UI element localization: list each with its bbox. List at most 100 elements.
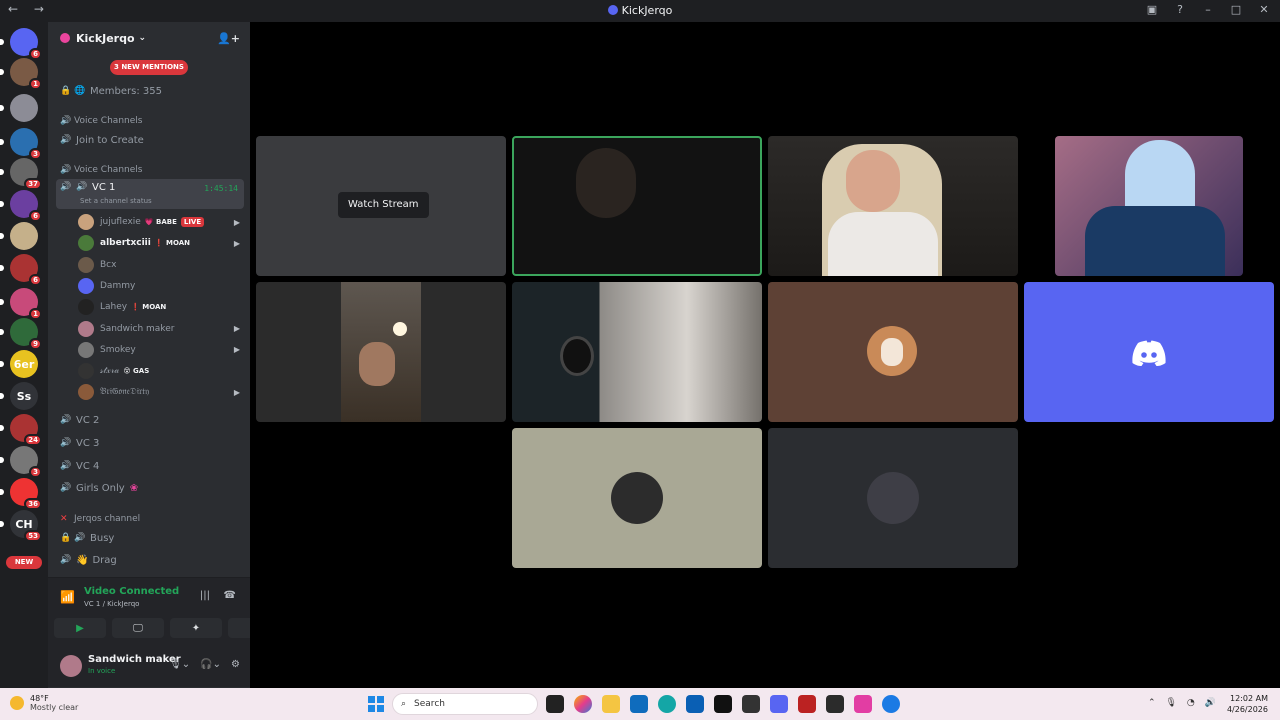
- mention-badge: 1: [29, 78, 42, 90]
- server-icon-3[interactable]: [10, 94, 38, 122]
- avatar-tile[interactable]: [512, 428, 762, 568]
- server-icon-14[interactable]: 3: [10, 446, 42, 478]
- voice-user[interactable]: Smokey ▶: [78, 340, 244, 360]
- close-button[interactable]: ✕: [1258, 3, 1270, 16]
- app-icon[interactable]: [854, 695, 872, 713]
- server-icon-1[interactable]: 6: [10, 28, 42, 60]
- signal-icon[interactable]: 📶: [60, 590, 75, 604]
- category-jerqos-channel[interactable]: ✕ Jerqos channel: [56, 509, 244, 529]
- wifi-icon[interactable]: ◔: [1187, 698, 1195, 708]
- server-icon-2[interactable]: 1: [10, 58, 42, 90]
- voice-user[interactable]: 𝔅𝔯𝔦𝔊𝔬𝔫𝔢𝔇𝔦𝔯𝔱𝔶 ▶: [78, 382, 244, 402]
- video-tile[interactable]: [512, 282, 762, 422]
- server-icon-7[interactable]: [10, 222, 38, 250]
- channel-vc4[interactable]: 🔊 VC 4: [56, 456, 244, 476]
- chevron-up-icon[interactable]: ⌃: [1148, 698, 1156, 708]
- category-voice-channels-1[interactable]: 🔊 Voice Channels: [56, 111, 244, 131]
- disconnect-icon[interactable]: ☎: [224, 590, 236, 601]
- leo-icon[interactable]: [742, 695, 760, 713]
- soundboard-button[interactable]: ♪: [228, 618, 250, 638]
- server-icon-6[interactable]: 6: [10, 190, 42, 222]
- voice-user[interactable]: Sandwich maker ▶: [78, 319, 244, 339]
- server-icon-16[interactable]: CH 53: [10, 510, 42, 542]
- voice-user[interactable]: Lahey ❗ MOAN: [78, 297, 244, 317]
- app-icon[interactable]: [882, 695, 900, 713]
- voice-channel-path[interactable]: VC 1 / KickJerqo: [84, 600, 139, 608]
- mic-icon[interactable]: 🎙⌄: [169, 659, 190, 670]
- video-tile[interactable]: [1055, 136, 1243, 276]
- app-icon[interactable]: [686, 695, 704, 713]
- avatar: [78, 320, 94, 337]
- speaker-icon: 🔊: [60, 461, 72, 471]
- server-icon-12[interactable]: Ss: [10, 382, 38, 410]
- camera-button[interactable]: ▶: [54, 618, 106, 638]
- server-icon-4[interactable]: 3: [10, 128, 42, 160]
- new-mentions-pill[interactable]: 3 NEW MENTIONS: [110, 60, 188, 75]
- gear-icon[interactable]: ⚙: [231, 659, 240, 670]
- inbox-icon[interactable]: ▣: [1146, 3, 1158, 16]
- alien-icon[interactable]: [714, 695, 732, 713]
- help-icon[interactable]: ?: [1174, 3, 1186, 16]
- unread-pip: [0, 233, 4, 239]
- edge-icon[interactable]: [658, 695, 676, 713]
- invite-people-icon[interactable]: 👤+: [217, 32, 240, 45]
- noise-suppression-icon[interactable]: |||: [200, 590, 210, 601]
- server-icon-5[interactable]: 37: [10, 158, 42, 190]
- server-icon-10[interactable]: 9: [10, 318, 42, 350]
- members-channel[interactable]: 🔒 🌐 Members: 355: [56, 81, 244, 101]
- watch-stream-button[interactable]: Watch Stream: [338, 192, 429, 218]
- store-icon[interactable]: [630, 695, 648, 713]
- maximize-button[interactable]: □: [1230, 3, 1242, 16]
- channel-vc2[interactable]: 🔊 VC 2: [56, 410, 244, 430]
- channel-vc3[interactable]: 🔊 VC 3: [56, 433, 244, 453]
- server-icon-9[interactable]: 1: [10, 288, 42, 320]
- channel-status[interactable]: Set a channel status: [80, 197, 152, 205]
- copilot-icon[interactable]: [574, 695, 592, 713]
- task-view-icon[interactable]: [546, 695, 564, 713]
- stream-tile[interactable]: Watch Stream: [256, 136, 506, 276]
- unread-pip: [0, 265, 4, 271]
- minimize-button[interactable]: –: [1202, 3, 1214, 16]
- category-voice-channels-2[interactable]: 🔊 Voice Channels: [56, 160, 244, 180]
- channel-girls-only[interactable]: 🔊 Girls Only ❀: [56, 478, 244, 498]
- channel-join-to-create[interactable]: 🔊 Join to Create: [56, 130, 244, 150]
- headphones-icon[interactable]: 🎧⌄: [200, 659, 221, 670]
- new-badge[interactable]: NEW: [6, 556, 42, 569]
- voice-status: Video Connected: [84, 586, 180, 597]
- app-icon[interactable]: [798, 695, 816, 713]
- weather-widget[interactable]: 48°F Mostly clear: [10, 694, 78, 712]
- server-icon-11[interactable]: 6er: [10, 350, 38, 378]
- avatar[interactable]: [60, 655, 82, 677]
- clock[interactable]: 12:02 AM 4/26/2026: [1227, 693, 1268, 715]
- voice-user[interactable]: Bcx: [78, 255, 244, 275]
- channel-drag[interactable]: 🔊 👋 Drag: [56, 550, 244, 570]
- windows-start-icon[interactable]: [368, 696, 384, 712]
- video-tile[interactable]: [768, 136, 1018, 276]
- taskbar-search[interactable]: ⌕ Search: [392, 693, 538, 715]
- voice-user[interactable]: albertxciii ❗ MOAN ▶: [78, 233, 244, 253]
- participant-face: [846, 150, 900, 212]
- avatar-tile[interactable]: [768, 428, 1018, 568]
- window-title: KickJerqo: [0, 4, 1280, 17]
- guild-header[interactable]: KickJerqo ⌄ 👤+: [48, 22, 250, 54]
- channel-vc1[interactable]: 🔊 🔊 VC 1 1:45:14 Set a channel status: [56, 179, 244, 209]
- screen-share-button[interactable]: 🖵: [112, 618, 164, 638]
- channel-busy[interactable]: 🔒 🔊 Busy: [56, 528, 244, 548]
- mic-icon[interactable]: 🎙: [1165, 698, 1176, 708]
- obs-icon[interactable]: [826, 695, 844, 713]
- volume-icon[interactable]: 🔊: [1205, 698, 1216, 708]
- voice-user[interactable]: Dammy: [78, 276, 244, 296]
- server-icon-13[interactable]: 24: [10, 414, 42, 446]
- server-icon-15[interactable]: 36: [10, 478, 42, 510]
- activities-button[interactable]: ✦: [170, 618, 222, 638]
- voice-user[interactable]: 𝓈𝓉𝓍𝓇𝒶 😵 GAS: [78, 361, 244, 381]
- avatar-tile[interactable]: [768, 282, 1018, 422]
- voice-user[interactable]: jujuflexie 💗 BABE LIVE ▶: [78, 212, 244, 232]
- video-tile[interactable]: [256, 282, 506, 422]
- file-explorer-icon[interactable]: [602, 695, 620, 713]
- channel-label: VC 3: [76, 437, 100, 449]
- avatar-tile[interactable]: [1024, 282, 1274, 422]
- video-tile[interactable]: [512, 136, 762, 276]
- server-icon-8[interactable]: 6: [10, 254, 42, 286]
- discord-icon[interactable]: [770, 695, 788, 713]
